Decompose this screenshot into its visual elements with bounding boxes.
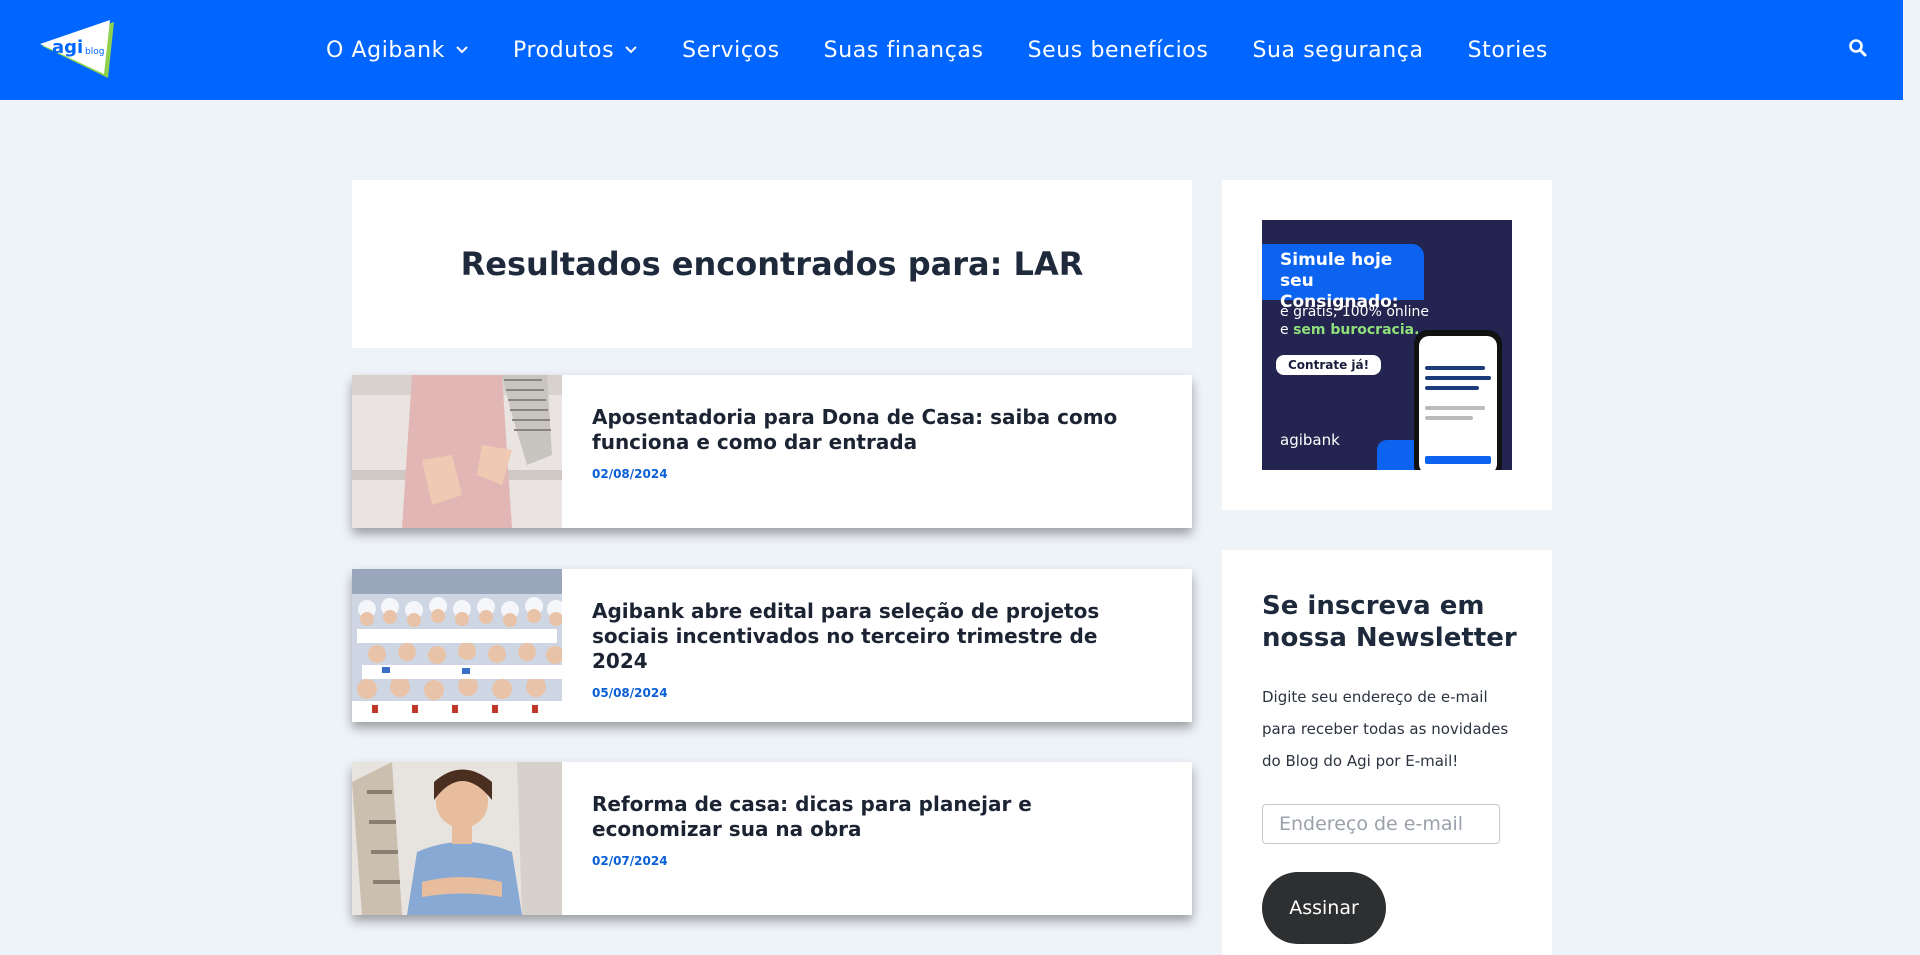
sidebar-ad-widget: Simule hoje seu Consignado: é grátis, 10… (1222, 180, 1552, 510)
ad-subline: é grátis, 100% online (1280, 304, 1430, 320)
nav-item-label: Seus benefícios (1027, 37, 1209, 63)
nav-item-label: O Agibank (326, 37, 445, 63)
site-header: agi blog O Agibank Produtos Serviços Sua… (0, 0, 1903, 100)
page-title: Resultados encontrados para: LAR (460, 245, 1084, 283)
svg-text:blog: blog (85, 47, 104, 57)
post-title[interactable]: Agibank abre edital para seleção de proj… (592, 599, 1152, 674)
nav-item-produtos[interactable]: Produtos (513, 38, 638, 63)
nav-item-sua-seguranca[interactable]: Sua segurança (1252, 38, 1423, 63)
nav-item-o-agibank[interactable]: O Agibank (326, 38, 469, 63)
page-scrollbar[interactable] (1903, 0, 1920, 955)
nav-item-label: Serviços (682, 37, 780, 63)
post-title[interactable]: Reforma de casa: dicas para planejar e e… (592, 792, 1152, 842)
nav-item-seus-beneficios[interactable]: Seus benefícios (1028, 38, 1209, 63)
consignado-ad-banner[interactable]: Simule hoje seu Consignado: é grátis, 10… (1262, 220, 1512, 470)
post-date: 05/08/2024 (592, 686, 668, 700)
newsletter-title: Se inscreva em nossa Newsletter (1262, 591, 1517, 653)
chevron-down-icon (456, 46, 468, 54)
post-thumbnail[interactable] (352, 375, 562, 528)
chevron-down-icon (625, 46, 637, 54)
post-card[interactable]: Reforma de casa: dicas para planejar e e… (352, 762, 1192, 915)
post-thumbnail[interactable] (352, 762, 562, 915)
ad-cta-button[interactable]: Contrate já! (1276, 355, 1382, 375)
newsletter-widget: Se inscreva em nossa Newsletter Digite s… (1222, 550, 1552, 955)
phone-illustration (1414, 330, 1502, 470)
post-date: 02/08/2024 (592, 467, 668, 481)
svg-text:agi: agi (52, 37, 83, 58)
main-nav: O Agibank Produtos Serviços Suas finança… (326, 0, 1592, 100)
email-field[interactable] (1262, 804, 1500, 844)
search-button[interactable] (1848, 38, 1868, 58)
search-results-header: Resultados encontrados para: LAR (352, 180, 1192, 348)
nav-item-servicos[interactable]: Serviços (682, 38, 780, 63)
nav-item-label: Stories (1467, 37, 1548, 63)
nav-item-label: Suas finanças (823, 37, 984, 63)
post-thumbnail[interactable] (352, 569, 562, 722)
newsletter-description: Digite seu endereço de e-mail para receb… (1262, 688, 1509, 770)
nav-item-suas-financas[interactable]: Suas finanças (824, 38, 984, 63)
agibank-logo: agibank (1280, 431, 1340, 449)
nav-item-label: Sua segurança (1252, 37, 1424, 63)
post-title[interactable]: Aposentadoria para Dona de Casa: saiba c… (592, 405, 1152, 455)
search-icon (1849, 39, 1867, 57)
post-date: 02/07/2024 (592, 854, 668, 868)
post-card[interactable]: Aposentadoria para Dona de Casa: saiba c… (352, 375, 1192, 528)
ad-subline-highlight: e sem burocracia. (1280, 322, 1420, 338)
nav-item-stories[interactable]: Stories (1468, 38, 1548, 63)
nav-item-label: Produtos (512, 37, 615, 63)
agi-blog-logo[interactable]: agi blog (38, 20, 118, 80)
subscribe-button[interactable]: Assinar (1262, 872, 1386, 944)
post-card[interactable]: Agibank abre edital para seleção de proj… (352, 569, 1192, 722)
